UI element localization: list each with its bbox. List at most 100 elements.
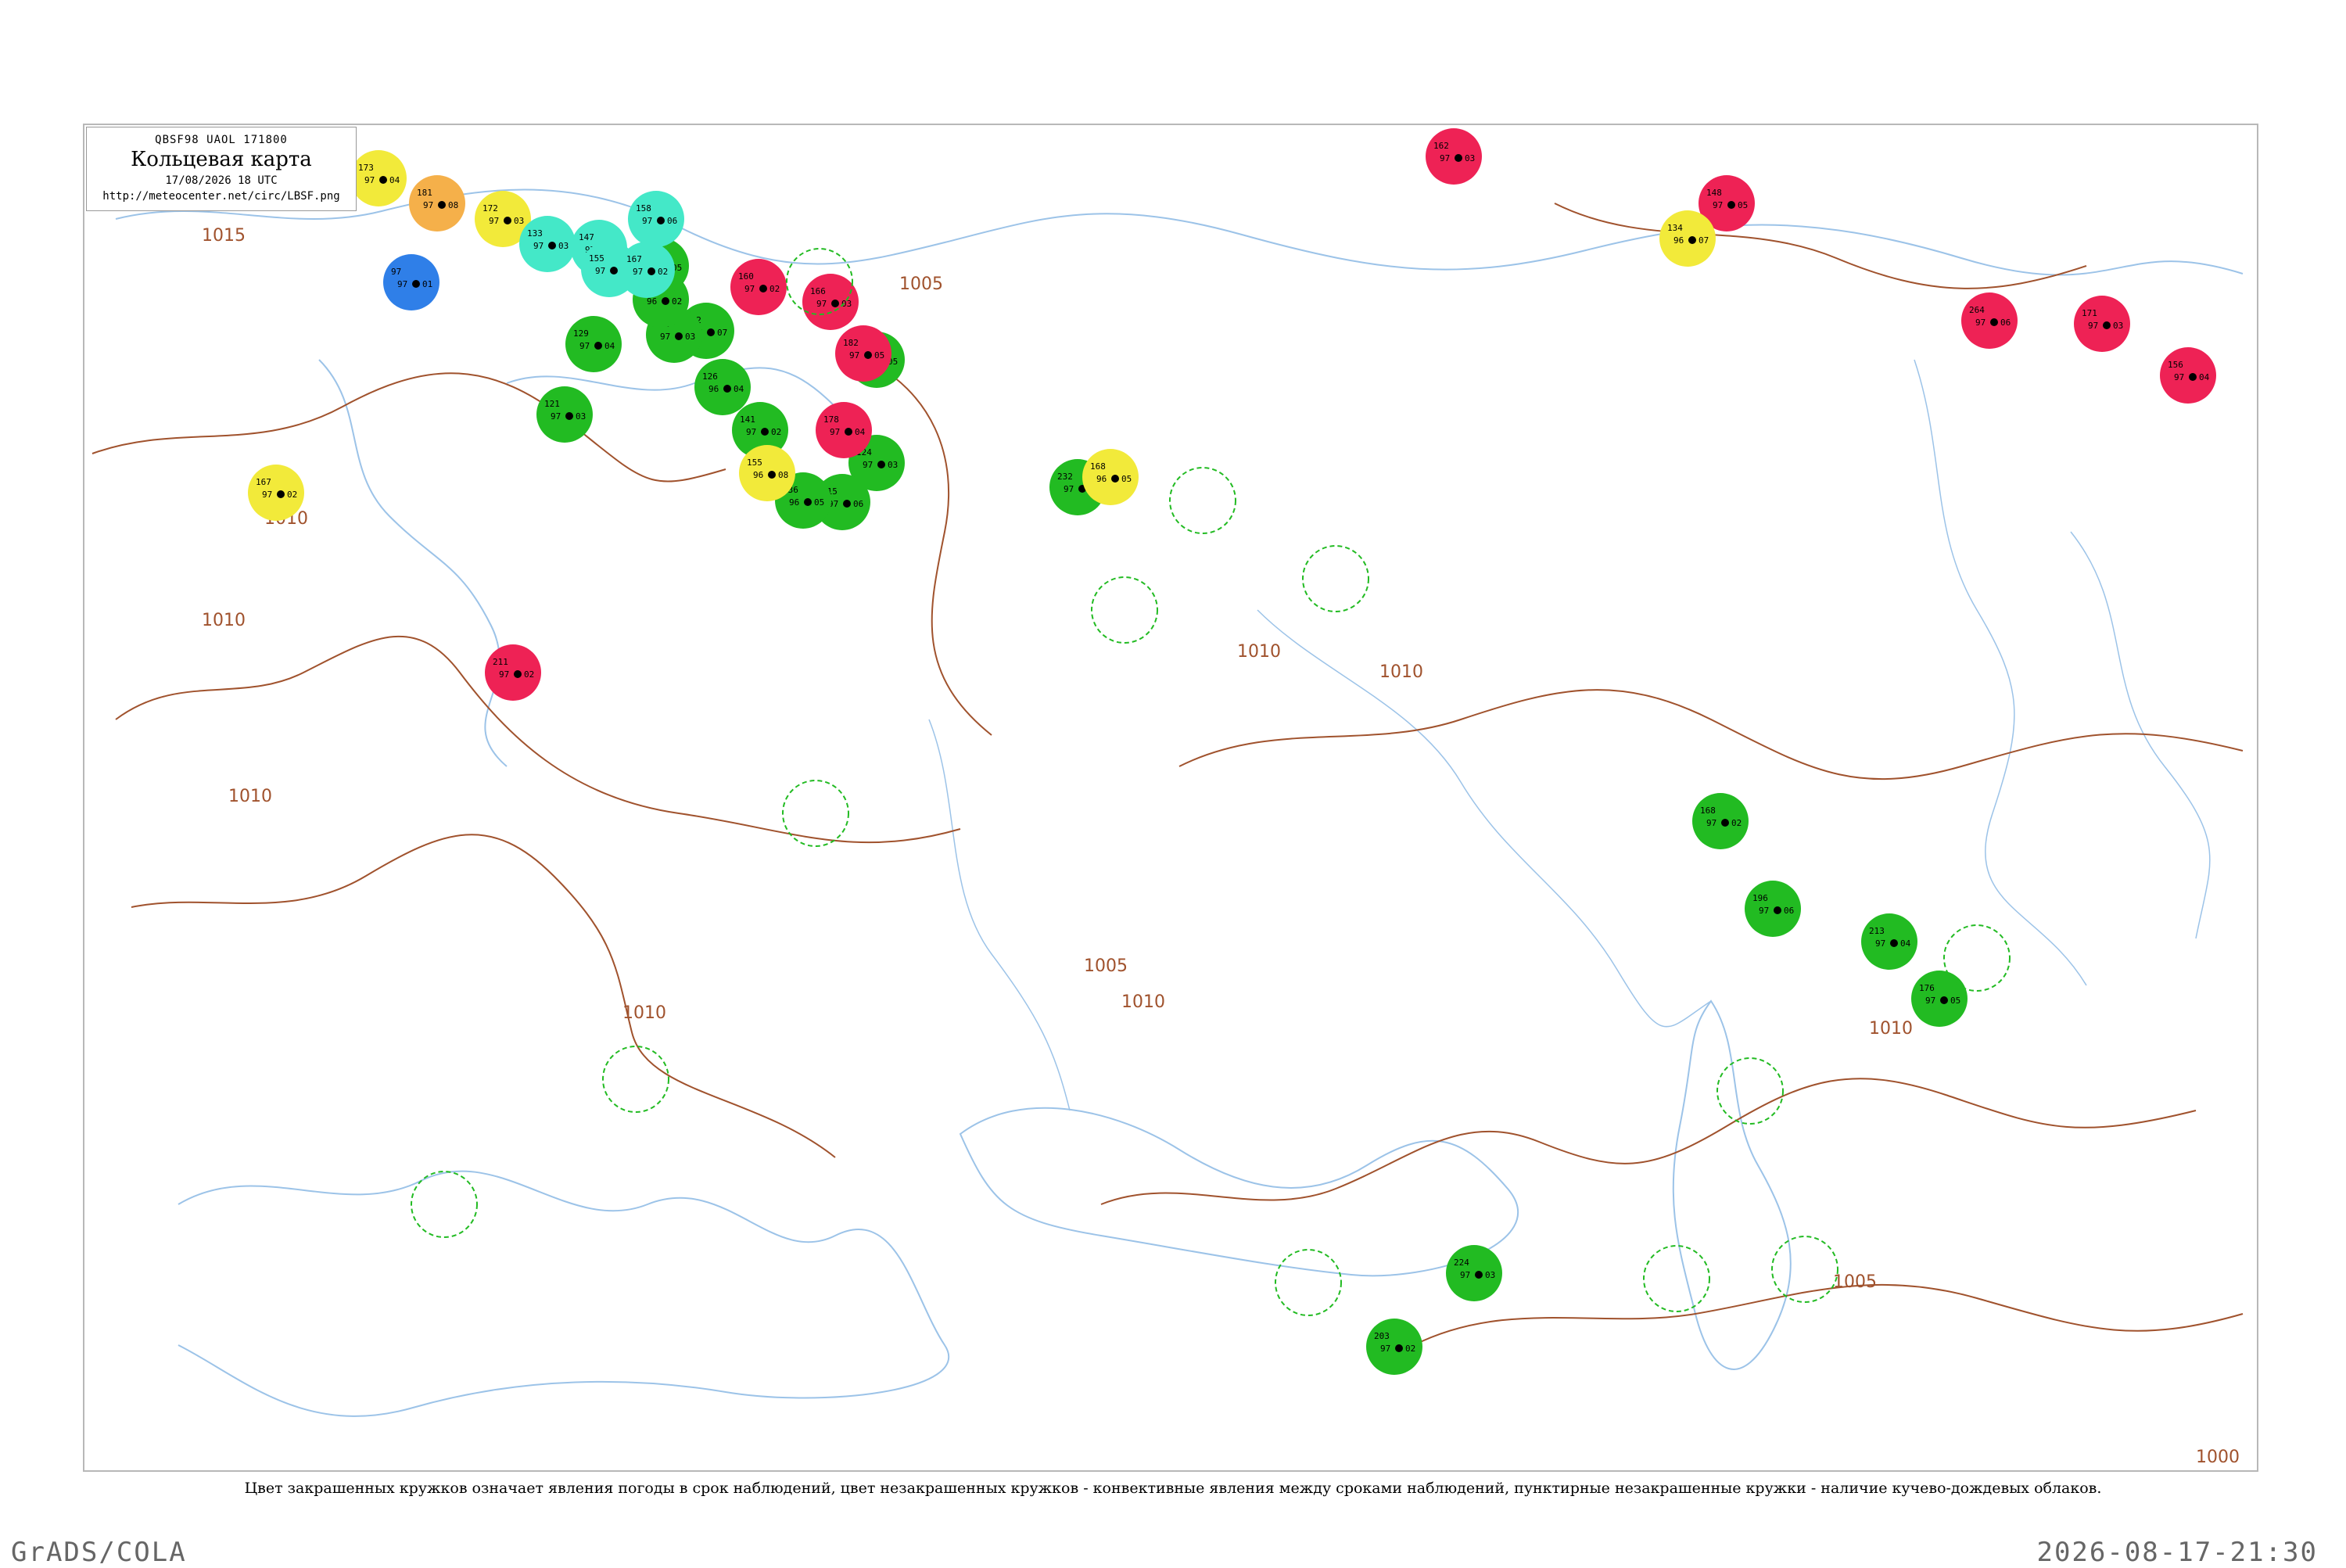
- station-dot: [610, 267, 618, 274]
- map-title: Кольцевая карта: [131, 148, 312, 171]
- station-marker[interactable]: 126 96 04: [694, 359, 751, 415]
- station-dot: [594, 342, 602, 350]
- dewpoint-value: 02: [769, 284, 780, 294]
- pressure-value: 96: [789, 497, 799, 508]
- cb-cloud-ring: [782, 780, 849, 847]
- temperature-value: 158: [636, 203, 651, 213]
- station-dot: [1721, 819, 1729, 827]
- temperature-value: 129: [573, 328, 589, 339]
- temperature-value: 171: [2082, 308, 2097, 318]
- pressure-value: 97: [364, 175, 375, 185]
- dewpoint-value: 02: [1731, 818, 1742, 828]
- source-url[interactable]: http://meteocenter.net/circ/LBSF.png: [87, 190, 356, 203]
- station-dot: [565, 412, 573, 420]
- pressure-value: 97: [660, 332, 670, 342]
- temperature-value: 167: [626, 254, 642, 264]
- dewpoint-value: 03: [1465, 153, 1475, 163]
- dewpoint-value: 03: [2113, 321, 2123, 331]
- station-marker[interactable]: 162 97 03: [1426, 128, 1482, 185]
- station-dot: [759, 285, 767, 292]
- station-marker[interactable]: 182 97 05: [835, 325, 891, 382]
- station-dot: [1111, 475, 1119, 483]
- pressure-value: 97: [1713, 200, 1723, 210]
- temperature-value: 121: [544, 399, 560, 409]
- pressure-value: 97: [746, 427, 756, 437]
- dewpoint-value: 06: [667, 216, 677, 226]
- isobar-line: [1178, 689, 2244, 780]
- dewpoint-value: 05: [1738, 200, 1748, 210]
- station-dot: [1688, 236, 1696, 244]
- dewpoint-value: 05: [1950, 996, 1960, 1006]
- isobar-line: [866, 359, 992, 736]
- station-dot: [877, 461, 885, 468]
- temperature-value: 181: [417, 188, 432, 198]
- station-marker[interactable]: 134 96 07: [1659, 210, 1716, 267]
- station-marker[interactable]: 155 96 08: [739, 445, 795, 501]
- station-marker[interactable]: 168 97 02: [1692, 793, 1749, 849]
- pressure-value: 96: [647, 296, 657, 307]
- dewpoint-value: 08: [448, 200, 458, 210]
- station-marker[interactable]: 203 97 02: [1366, 1319, 1422, 1375]
- isobar-line: [1554, 203, 2087, 289]
- station-marker[interactable]: 129 97 04: [565, 316, 622, 372]
- station-marker[interactable]: 176 97 05: [1911, 971, 1968, 1027]
- station-marker[interactable]: 171 97 03: [2074, 296, 2130, 352]
- footer-timestamp: 2026-08-17-21:30: [2036, 1537, 2318, 1568]
- station-dot: [1395, 1344, 1403, 1352]
- station-marker[interactable]: 224 97 03: [1446, 1245, 1502, 1301]
- isobar-line: [1413, 1283, 2244, 1346]
- coastline-black-sea: [959, 1107, 1519, 1277]
- pressure-value: 97: [579, 341, 590, 351]
- station-dot: [647, 267, 655, 275]
- station-marker[interactable]: 196 97 06: [1745, 881, 1801, 937]
- station-marker[interactable]: 211 97 02: [485, 644, 541, 701]
- station-dot: [2103, 321, 2111, 329]
- temperature-value: 178: [823, 414, 839, 425]
- legend-note: Цвет закрашенных кружков означает явлени…: [244, 1480, 2102, 1497]
- station-marker[interactable]: 158 97 06: [628, 191, 684, 247]
- station-marker[interactable]: 213 97 04: [1861, 913, 1917, 970]
- station-dot: [831, 300, 839, 307]
- station-marker[interactable]: 16697 03: [802, 274, 859, 330]
- station-dot: [1475, 1271, 1483, 1279]
- isobar-label: 1005: [1833, 1272, 1877, 1292]
- river-dnieper: [928, 719, 1071, 1111]
- station-marker[interactable]: 264 97 06: [1961, 292, 2018, 349]
- station-dot: [845, 428, 852, 436]
- dewpoint-value: 04: [855, 427, 866, 437]
- station-marker[interactable]: 156 97 04: [2160, 347, 2216, 404]
- bulletin-code: QBSF98 UAOL 171800: [155, 134, 288, 146]
- station-marker[interactable]: 133 97 03: [519, 216, 576, 272]
- cb-cloud-ring: [1302, 545, 1369, 612]
- station-marker[interactable]: 178 97 04: [816, 402, 872, 458]
- isobar-label: 1005: [899, 274, 943, 294]
- station-dot: [438, 201, 446, 209]
- station-marker[interactable]: 121 97 03: [536, 386, 593, 443]
- station-marker[interactable]: 168 96 05: [1082, 449, 1139, 505]
- pressure-value: 97: [2088, 321, 2098, 331]
- pressure-value: 97: [499, 669, 509, 680]
- dewpoint-value: 05: [814, 497, 824, 508]
- station-marker[interactable]: 167 97 02: [248, 465, 304, 521]
- dewpoint-value: 03: [514, 216, 524, 226]
- isobar-labels: 1015 1010 1010 1010 1005 1005 1010 1010 1010 1010…: [202, 226, 2240, 1467]
- station-marker[interactable]: 167 97 02: [619, 242, 675, 298]
- dewpoint-value: 04: [604, 341, 615, 351]
- station-marker[interactable]: 173 97 04: [350, 150, 407, 206]
- station-marker[interactable]: 160 97 02: [730, 259, 787, 315]
- temperature-value: 172: [482, 203, 498, 213]
- temperature-value: 203: [1374, 1331, 1390, 1341]
- station-dot: [662, 297, 669, 305]
- pressure-value: 97: [816, 299, 827, 309]
- station-dot: [761, 428, 769, 436]
- dewpoint-value: 02: [672, 296, 682, 307]
- dewpoint-value: 03: [888, 460, 898, 470]
- map-datetime: 17/08/2026 18 UTC: [165, 174, 278, 187]
- station-dot: [379, 176, 387, 184]
- station-marker[interactable]: 181 97 08: [409, 175, 465, 231]
- isobars: [91, 203, 2244, 1346]
- dewpoint-value: 03: [685, 332, 695, 342]
- station-marker[interactable]: 97 97 01: [383, 254, 439, 310]
- synoptic-map: 1015 1010 1010 1010 1005 1005 1010 1010 1010 1010…: [83, 124, 2258, 1472]
- river-ob: [1914, 359, 2087, 986]
